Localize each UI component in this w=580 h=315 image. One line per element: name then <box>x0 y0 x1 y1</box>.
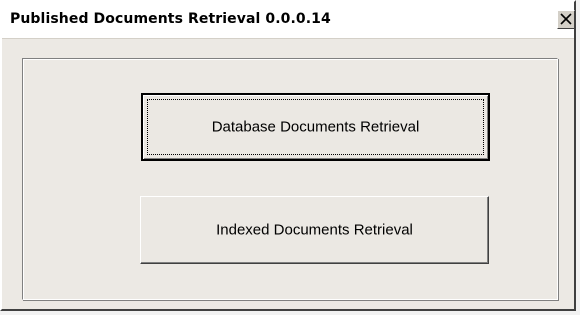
window-title: Published Documents Retrieval 0.0.0.14 <box>10 11 331 27</box>
database-documents-retrieval-label: Database Documents Retrieval <box>211 118 420 136</box>
close-icon <box>560 13 572 25</box>
title-separator <box>2 38 574 39</box>
indexed-documents-retrieval-button[interactable]: Indexed Documents Retrieval <box>140 196 489 264</box>
close-button[interactable] <box>557 10 575 29</box>
app-window: Published Documents Retrieval 0.0.0.14 D… <box>0 0 576 311</box>
indexed-documents-retrieval-label: Indexed Documents Retrieval <box>216 221 413 239</box>
title-bar[interactable]: Published Documents Retrieval 0.0.0.14 <box>2 2 575 38</box>
database-documents-retrieval-button[interactable]: Database Documents Retrieval <box>141 93 490 161</box>
button-group-panel: Database Documents Retrieval Indexed Doc… <box>22 58 558 300</box>
